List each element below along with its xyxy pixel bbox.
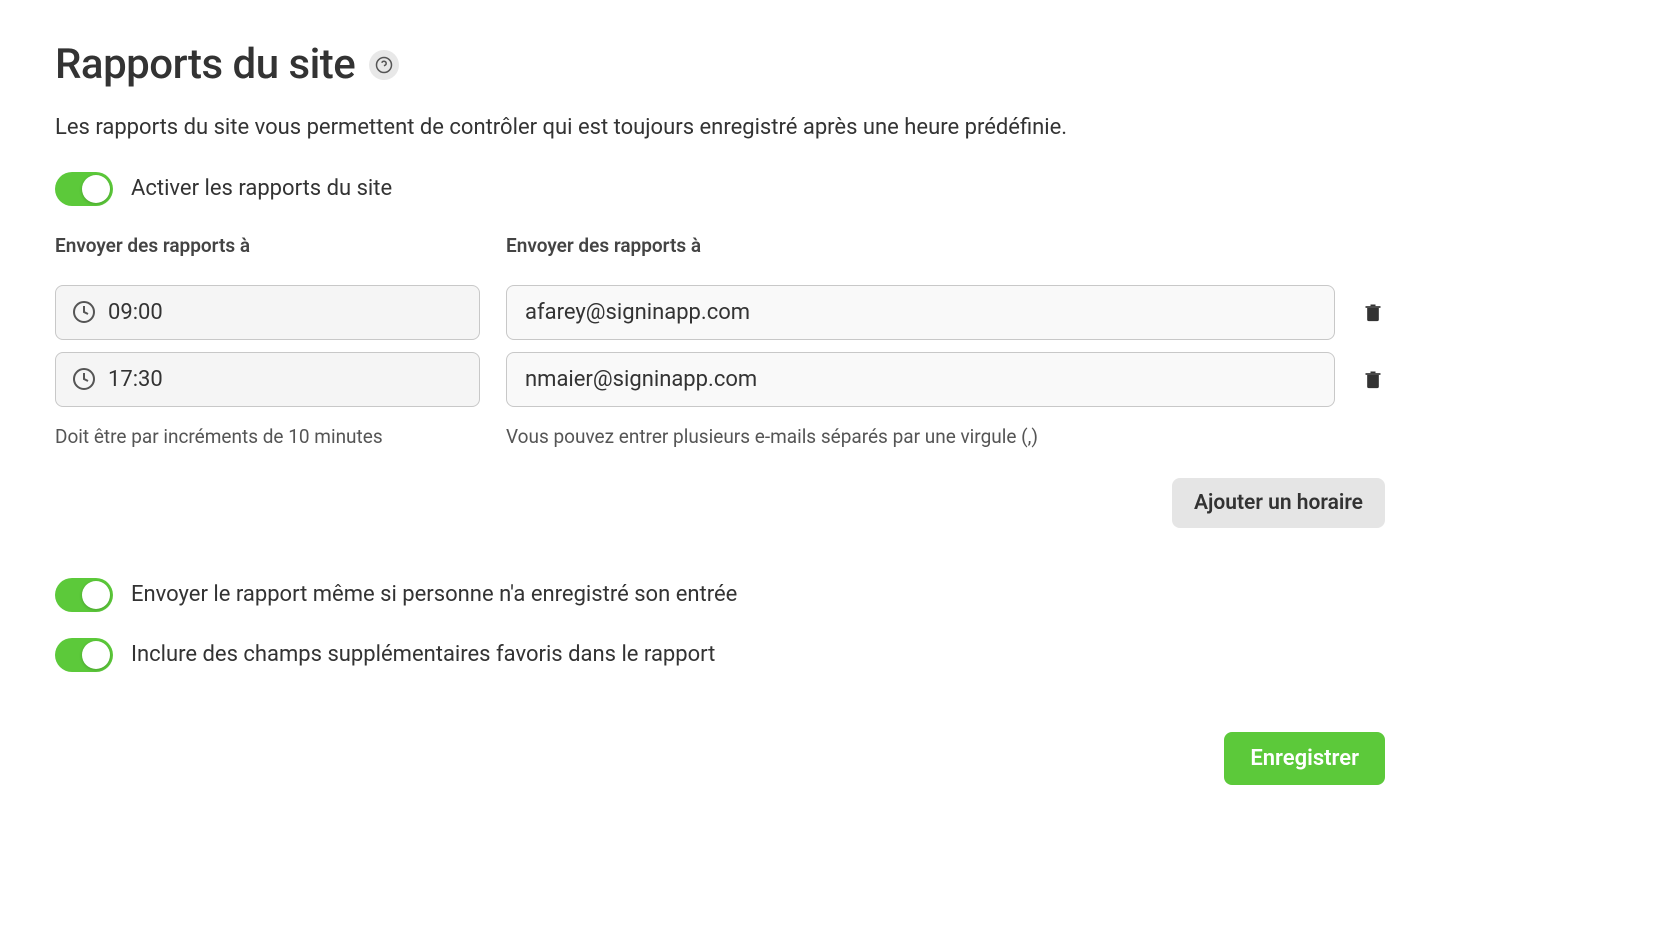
email-input[interactable] [506, 285, 1335, 340]
send-if-empty-label: Envoyer le rapport même si personne n'a … [131, 582, 737, 607]
clock-icon [72, 300, 96, 324]
save-button[interactable]: Enregistrer [1224, 732, 1385, 785]
page-description: Les rapports du site vous permettent de … [55, 113, 1623, 144]
time-value: 17:30 [108, 367, 163, 392]
send-if-empty-toggle[interactable] [55, 578, 113, 612]
delete-row-button[interactable] [1361, 367, 1385, 391]
time-input[interactable]: 09:00 [55, 285, 480, 340]
time-column-label: Envoyer des rapports à [55, 234, 480, 257]
trash-icon [1363, 300, 1383, 324]
email-input[interactable] [506, 352, 1335, 407]
question-icon [375, 56, 393, 74]
time-value: 09:00 [108, 300, 163, 325]
help-button[interactable] [369, 50, 399, 80]
clock-icon [72, 367, 96, 391]
time-hint: Doit être par incréments de 10 minutes [55, 425, 480, 448]
delete-row-button[interactable] [1361, 300, 1385, 324]
email-hint: Vous pouvez entrer plusieurs e-mails sép… [506, 425, 1385, 448]
enable-reports-label: Activer les rapports du site [131, 176, 392, 201]
include-favorites-toggle[interactable] [55, 638, 113, 672]
time-input[interactable]: 17:30 [55, 352, 480, 407]
add-schedule-button[interactable]: Ajouter un horaire [1172, 478, 1385, 528]
schedule-row: 09:00 [55, 285, 1385, 340]
email-column-label: Envoyer des rapports à [506, 234, 1385, 257]
include-favorites-label: Inclure des champs supplémentaires favor… [131, 642, 715, 667]
page-title: Rapports du site [55, 40, 355, 89]
enable-reports-toggle[interactable] [55, 172, 113, 206]
schedule-row: 17:30 [55, 352, 1385, 407]
trash-icon [1363, 367, 1383, 391]
